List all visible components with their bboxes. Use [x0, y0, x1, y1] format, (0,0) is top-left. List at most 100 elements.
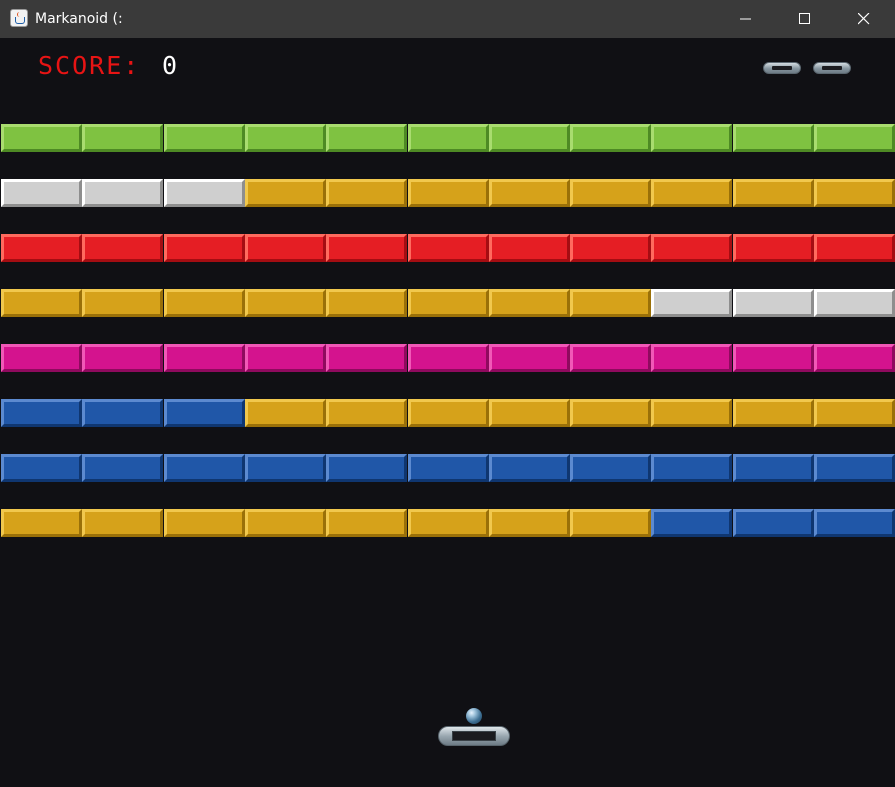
brick-gold — [163, 289, 245, 317]
brick-red — [651, 234, 733, 262]
brick-gold — [570, 399, 652, 427]
maximize-icon — [799, 13, 810, 24]
brick-blue — [407, 454, 489, 482]
brick-pink — [326, 344, 408, 372]
paddle-slot — [452, 731, 496, 741]
ball — [466, 708, 482, 724]
brick-gold — [163, 509, 245, 537]
brick-silver — [82, 179, 164, 207]
brick-blue — [488, 454, 570, 482]
brick-gold — [326, 179, 408, 207]
brick-blue — [163, 399, 245, 427]
brick-silver — [1, 179, 82, 207]
brick-gold — [488, 179, 570, 207]
brick-red — [488, 234, 570, 262]
brick-gold — [244, 399, 326, 427]
brick-gold — [814, 399, 895, 427]
window-title: Markanoid (: — [35, 11, 123, 27]
java-app-icon — [10, 9, 28, 27]
brick-gold — [570, 289, 652, 317]
brick-gold — [244, 289, 326, 317]
brick-red — [163, 234, 245, 262]
brick-pink — [570, 344, 652, 372]
brick-red — [407, 234, 489, 262]
brick-gold — [570, 509, 652, 537]
brick-green — [651, 124, 733, 152]
brick-gold — [1, 289, 82, 317]
brick-blue — [1, 454, 82, 482]
brick-blue — [732, 509, 814, 537]
brick-blue — [1, 399, 82, 427]
maximize-button[interactable] — [776, 0, 834, 38]
brick-green — [244, 124, 326, 152]
brick-gold — [814, 179, 895, 207]
brick-gold — [651, 179, 733, 207]
brick-gold — [326, 399, 408, 427]
brick-blue — [82, 399, 164, 427]
brick-blue — [814, 454, 895, 482]
brick-red — [326, 234, 408, 262]
brick-red — [82, 234, 164, 262]
brick-pink — [244, 344, 326, 372]
brick-gold — [407, 509, 489, 537]
brick-blue — [326, 454, 408, 482]
close-icon — [858, 13, 870, 25]
brick-gold — [732, 179, 814, 207]
brick-gold — [732, 399, 814, 427]
brick-green — [488, 124, 570, 152]
brick-gold — [326, 509, 408, 537]
brick-pink — [407, 344, 489, 372]
brick-blue — [732, 454, 814, 482]
brick-blue — [814, 509, 895, 537]
brick-gold — [570, 179, 652, 207]
brick-pink — [82, 344, 164, 372]
game-window: Markanoid (: SCORE: 0 — [0, 0, 895, 787]
brick-gold — [407, 289, 489, 317]
brick-blue — [82, 454, 164, 482]
brick-green — [326, 124, 408, 152]
brick-green — [732, 124, 814, 152]
brick-red — [814, 234, 895, 262]
brick-green — [163, 124, 245, 152]
brick-pink — [814, 344, 895, 372]
minimize-button[interactable] — [717, 0, 775, 38]
brick-green — [407, 124, 489, 152]
brick-gold — [488, 399, 570, 427]
brick-gold — [82, 509, 164, 537]
brick-pink — [488, 344, 570, 372]
brick-gold — [407, 179, 489, 207]
brick-pink — [163, 344, 245, 372]
brick-silver — [732, 289, 814, 317]
brick-pink — [732, 344, 814, 372]
brick-red — [244, 234, 326, 262]
brick-gold — [407, 399, 489, 427]
paddle[interactable] — [438, 726, 510, 746]
title-bar[interactable]: Markanoid (: — [0, 0, 895, 38]
minimize-icon — [740, 18, 751, 20]
brick-red — [732, 234, 814, 262]
brick-gold — [488, 509, 570, 537]
brick-blue — [651, 454, 733, 482]
brick-gold — [82, 289, 164, 317]
brick-green — [1, 124, 82, 152]
close-button[interactable] — [835, 0, 893, 38]
brick-blue — [570, 454, 652, 482]
game-canvas[interactable]: SCORE: 0 — [0, 38, 895, 787]
brick-green — [570, 124, 652, 152]
brick-silver — [814, 289, 895, 317]
brick-field — [0, 38, 895, 787]
brick-green — [82, 124, 164, 152]
brick-gold — [326, 289, 408, 317]
brick-red — [570, 234, 652, 262]
brick-gold — [488, 289, 570, 317]
brick-pink — [1, 344, 82, 372]
brick-gold — [244, 179, 326, 207]
brick-green — [814, 124, 895, 152]
brick-red — [1, 234, 82, 262]
brick-blue — [651, 509, 733, 537]
brick-blue — [244, 454, 326, 482]
brick-silver — [651, 289, 733, 317]
brick-gold — [651, 399, 733, 427]
brick-silver — [163, 179, 245, 207]
brick-gold — [244, 509, 326, 537]
